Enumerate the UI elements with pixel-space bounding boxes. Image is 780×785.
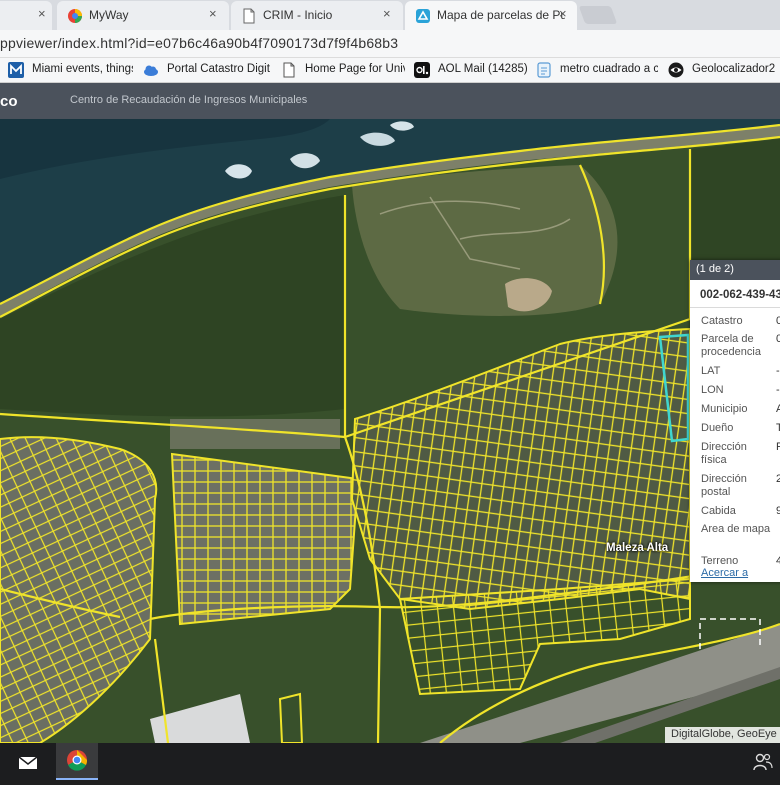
field-label: LON xyxy=(701,384,724,396)
popup-header: (1 de 2) xyxy=(690,260,780,280)
eye-icon xyxy=(668,62,684,78)
page-icon xyxy=(243,8,255,24)
browser-tab-myway[interactable]: MyWay × xyxy=(57,1,229,30)
tab-title: CRIM - Inicio xyxy=(263,8,333,22)
field-value: 2 xyxy=(776,473,780,485)
bookmark-item[interactable]: AOL Mail (14285) xyxy=(414,61,530,79)
popup-title: 002-062-439-43 xyxy=(700,289,780,301)
field-value: 0 xyxy=(776,315,780,327)
bookmark-item[interactable]: Portal Catastro Digit xyxy=(143,61,271,79)
field-label: Dirección física xyxy=(701,441,747,466)
field-value: A xyxy=(776,403,780,415)
url-text[interactable]: ppviewer/index.html?id=e07b6c46a90b4f709… xyxy=(0,35,398,51)
field-value: - xyxy=(776,384,780,396)
map-place-label: Maleza Alta xyxy=(606,542,669,554)
app-title: co xyxy=(0,93,18,110)
tab-title: MyWay xyxy=(89,8,129,22)
field-label: Dueño xyxy=(701,422,734,434)
bookmark-item[interactable]: Home Page for Unive xyxy=(281,61,405,79)
new-tab-button[interactable] xyxy=(578,6,618,24)
satellite-map[interactable] xyxy=(0,119,780,743)
app-header: co Centro de Recaudación de Ingresos Mun… xyxy=(0,83,780,119)
browser-tab-mapa[interactable]: Mapa de parcelas de Pue × xyxy=(405,1,577,30)
cloud-icon xyxy=(144,65,158,76)
map-attribution: DigitalGlobe, GeoEye xyxy=(665,727,780,743)
bookmark-label: AOL Mail (14285) xyxy=(438,63,528,75)
taskbar-chrome-button[interactable] xyxy=(56,743,98,780)
field-value: - xyxy=(776,365,780,377)
field-label: Cabida xyxy=(701,505,736,517)
field-label: Parcela de procedencia xyxy=(701,333,761,358)
app-subtitle: Centro de Recaudación de Ingresos Munici… xyxy=(70,94,308,106)
tab-close-icon[interactable]: × xyxy=(209,6,217,21)
bookmarks-bar: Miami events, things Portal Catastro Dig… xyxy=(0,58,780,83)
field-label: LAT xyxy=(701,365,721,377)
field-value: 9 xyxy=(776,505,780,517)
field-value: 4 xyxy=(776,555,780,567)
field-label: Dirección postal xyxy=(701,473,747,498)
taskbar-mail-button[interactable] xyxy=(0,743,56,780)
bookmark-label: metro cuadrado a cu xyxy=(560,63,658,75)
bookmark-item[interactable]: metro cuadrado a cu xyxy=(536,61,658,79)
tab-close-icon[interactable]: × xyxy=(559,6,567,21)
bookmark-item[interactable]: Miami events, things xyxy=(8,61,133,79)
arcgis-icon xyxy=(416,9,430,23)
address-bar[interactable]: ppviewer/index.html?id=e07b6c46a90b4f709… xyxy=(0,30,780,58)
field-value: T xyxy=(776,422,780,434)
page-icon xyxy=(283,62,295,78)
browser-tab-crim[interactable]: CRIM - Inicio × xyxy=(231,1,403,30)
field-label: Area de mapa xyxy=(701,523,771,535)
map-view[interactable]: Maleza Alta DigitalGlobe, GeoEye (1 de 2… xyxy=(0,119,780,743)
bookmark-label: Miami events, things xyxy=(32,63,133,75)
zoom-to-link[interactable]: Acercar a xyxy=(701,567,748,579)
popup-pager[interactable]: (1 de 2) xyxy=(696,263,734,275)
bookmark-item[interactable]: Geolocalizador2 xyxy=(668,61,778,79)
m-logo-icon xyxy=(8,62,24,78)
field-label: Catastro xyxy=(701,315,743,327)
taskbar xyxy=(0,743,780,780)
parcel-block[interactable] xyxy=(170,452,360,626)
bookmark-label: Home Page for Unive xyxy=(305,63,405,75)
clearing xyxy=(352,165,618,316)
bookmark-label: Geolocalizador2 xyxy=(692,63,776,75)
field-label: Municipio xyxy=(701,403,748,415)
bookmark-label: Portal Catastro Digit xyxy=(167,63,270,75)
tab-close-icon[interactable]: × xyxy=(383,6,391,21)
chrome-icon xyxy=(67,750,88,771)
myway-icon xyxy=(68,9,82,23)
parcel-popup: (1 de 2) 002-062-439-43 Catastro 0 Parce… xyxy=(690,260,780,582)
mail-icon xyxy=(18,756,38,769)
browser-tab[interactable]: × xyxy=(0,1,52,30)
aol-icon xyxy=(414,62,430,78)
field-value: 0 xyxy=(776,333,780,345)
tab-close-icon[interactable]: × xyxy=(38,6,46,21)
doc-icon xyxy=(537,62,551,78)
browser-tab-strip: × MyWay × CRIM - Inicio × Mapa de parcel… xyxy=(0,0,780,30)
people-icon[interactable] xyxy=(752,752,774,772)
field-value: F xyxy=(776,441,780,453)
popup-divider xyxy=(690,307,780,308)
tab-title: Mapa de parcelas de Pue xyxy=(437,8,565,22)
